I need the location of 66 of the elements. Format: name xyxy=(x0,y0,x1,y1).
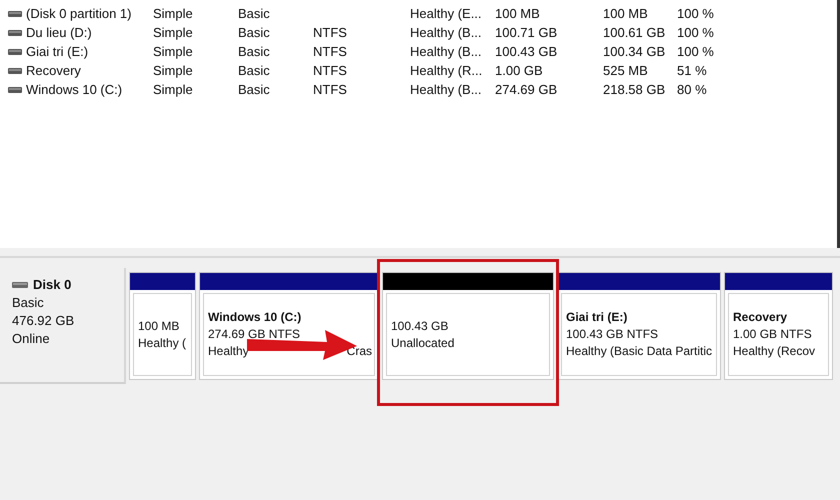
partition-status: Healthy ( xyxy=(138,334,186,352)
partition-block[interactable]: Giai tri (E:) 100.43 GB NTFS Healthy (Basic Data Partitic xyxy=(557,272,721,380)
free-space-cell-text: 525 MB xyxy=(603,63,649,78)
type-cell-text: Basic xyxy=(238,63,271,78)
status-cell-text: Healthy (B... xyxy=(410,25,483,40)
partition-block[interactable]: Recovery 1.00 GB NTFS Healthy (Recov xyxy=(724,272,833,380)
volume-icon xyxy=(8,86,22,92)
capacity-cell-text: 100.71 GB xyxy=(495,25,558,40)
percent-free-cell-text: 100 % xyxy=(677,44,715,59)
type-cell-text: Basic xyxy=(238,25,271,40)
volume-name: Giai tri (E:) xyxy=(26,44,90,59)
partition-status: Healthy (Basic Data Partitic xyxy=(566,343,712,360)
status-cell-text: Healthy (B... xyxy=(410,82,483,97)
status-cell-text: Healthy (R... xyxy=(410,63,484,78)
capacity-cell-text: 100 MB xyxy=(495,6,541,21)
layout-cell-text: Simple xyxy=(153,63,194,78)
partition-status: Healthy xyxy=(208,343,249,360)
capacity-cell-text: 100.43 GB xyxy=(495,44,558,59)
volume-name: (Disk 0 partition 1) xyxy=(26,6,132,21)
percent-free-cell-text: 100 % xyxy=(677,25,715,40)
status-cell-text: Healthy (B... xyxy=(410,44,483,59)
volume-name: Recovery xyxy=(26,63,82,78)
partition-status: Unallocated xyxy=(391,334,454,352)
partition-block[interactable]: 100 MB Healthy ( xyxy=(129,272,196,380)
partition-size: 100 MB xyxy=(138,318,180,334)
partition-title: Recovery xyxy=(733,309,788,326)
volume-icon xyxy=(8,10,22,16)
disk-state: Online xyxy=(12,330,51,347)
partition-status: Healthy (Recov xyxy=(733,343,816,360)
volume-icon xyxy=(8,30,22,36)
disk-icon xyxy=(12,282,28,288)
type-cell-text: Basic xyxy=(238,6,271,21)
capacity-cell-text: 274.69 GB xyxy=(495,82,558,97)
free-space-cell-text: 100 MB xyxy=(603,6,649,21)
layout-cell-text: Simple xyxy=(153,82,194,97)
partition-size: 100.43 GB NTFS xyxy=(566,326,660,343)
capacity-cell-text: 1.00 GB xyxy=(495,63,544,78)
layout-cell-text: Simple xyxy=(153,25,194,40)
free-space-cell-text: 100.61 GB xyxy=(603,25,666,40)
file-system-cell: NTFS xyxy=(313,82,347,97)
volume-name: Windows 10 (C:) xyxy=(26,82,124,97)
partition-title: Giai tri (E:) xyxy=(566,309,628,326)
partition-block[interactable]: 100.43 GB Unallocated xyxy=(382,272,554,380)
layout-cell-text: Simple xyxy=(153,6,194,21)
layout-cell-text: Simple xyxy=(153,44,194,59)
file-system-cell: NTFS xyxy=(313,44,347,59)
partition-size: 1.00 GB NTFS xyxy=(733,326,813,343)
percent-free-cell-text: 51 % xyxy=(677,63,708,78)
type-cell-text: Basic xyxy=(238,44,271,59)
free-space-cell-text: 100.34 GB xyxy=(603,44,666,59)
file-system-cell: NTFS xyxy=(313,63,347,78)
disk-name: Disk 0 xyxy=(33,276,72,293)
partition-size: 100.43 GB xyxy=(391,318,450,334)
volume-icon xyxy=(8,68,22,74)
percent-free-cell-text: 80 % xyxy=(677,82,708,97)
file-system-cell: NTFS xyxy=(313,25,347,40)
volume-name: Du lieu (D:) xyxy=(26,25,93,40)
percent-free-cell-text: 100 % xyxy=(677,6,715,21)
partition-size: 274.69 GB NTFS xyxy=(208,326,302,343)
free-space-cell-text: 218.58 GB xyxy=(603,82,666,97)
disk-size: 476.92 GB xyxy=(12,312,76,329)
disk-type: Basic xyxy=(12,294,45,311)
type-cell-text: Basic xyxy=(238,82,271,97)
status-cell-text: Healthy (E... xyxy=(410,6,483,21)
volume-icon xyxy=(8,48,22,54)
partition-title: Windows 10 (C:) xyxy=(208,309,302,326)
